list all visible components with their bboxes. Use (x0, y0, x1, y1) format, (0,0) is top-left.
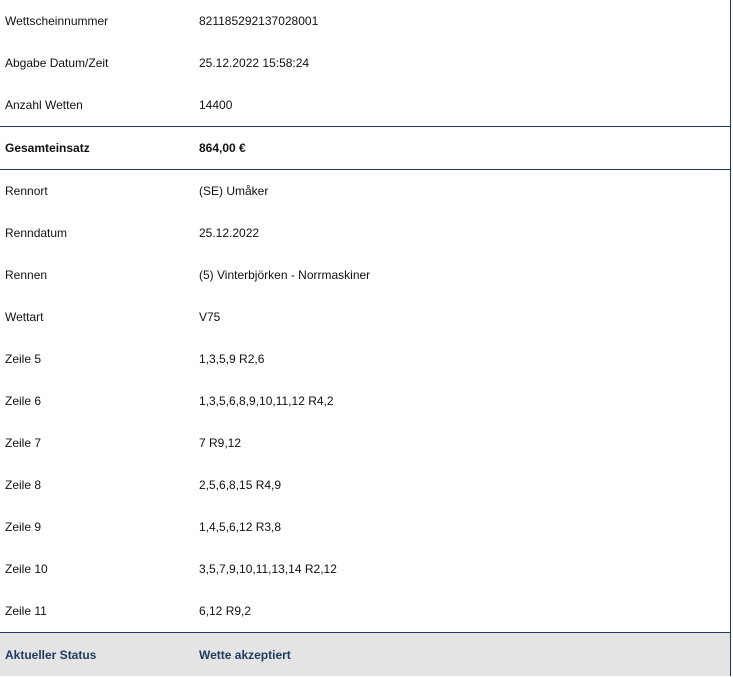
row-value: 6,12 R9,2 (199, 604, 252, 618)
row-label: Renndatum (5, 226, 68, 240)
row-value: 1,4,5,6,12 R3,8 (199, 520, 282, 534)
row-label: Wettart (5, 310, 44, 324)
row-label: Anzahl Wetten (5, 98, 83, 112)
bet-ticket-table: Wettscheinnummer 821185292137028001 Abga… (0, 0, 731, 676)
row-leg-9: Zeile 9 1,4,5,6,12 R3,8 (0, 506, 730, 548)
row-value: 25.12.2022 15:58:24 (199, 56, 310, 70)
row-label: Rennort (5, 184, 48, 198)
row-current-status: Aktueller Status Wette akzeptiert (0, 632, 730, 676)
row-leg-5: Zeile 5 1,3,5,9 R2,6 (0, 338, 730, 380)
row-race: Rennen (5) Vinterbjörken - Norrmaskiner (0, 254, 730, 296)
status-value: Wette akzeptiert (199, 647, 291, 662)
row-label: Zeile 5 (5, 352, 42, 366)
row-value: 7 R9,12 (199, 436, 242, 450)
row-race-venue: Rennort (SE) Umåker (0, 170, 730, 212)
row-label: Abgabe Datum/Zeit (5, 56, 109, 70)
row-value: (SE) Umåker (199, 184, 269, 198)
row-label: Zeile 7 (5, 436, 42, 450)
row-value: V75 (199, 310, 221, 324)
row-leg-7: Zeile 7 7 R9,12 (0, 422, 730, 464)
row-leg-10: Zeile 10 3,5,7,9,10,11,13,14 R2,12 (0, 548, 730, 590)
row-value: 1,3,5,9 R2,6 (199, 352, 265, 366)
row-total-stake: Gesamteinsatz 864,00 € (0, 126, 730, 170)
row-label: Zeile 6 (5, 394, 42, 408)
row-value: 14400 (199, 98, 233, 112)
row-value: 821185292137028001 (199, 14, 319, 28)
row-label: Zeile 11 (5, 604, 47, 618)
row-label: Zeile 10 (5, 562, 48, 576)
row-label: Zeile 8 (5, 478, 42, 492)
row-leg-8: Zeile 8 2,5,6,8,15 R4,9 (0, 464, 730, 506)
row-submission-datetime: Abgabe Datum/Zeit 25.12.2022 15:58:24 (0, 42, 730, 84)
row-leg-6: Zeile 6 1,3,5,6,8,9,10,11,12 R4,2 (0, 380, 730, 422)
row-ticket-number: Wettscheinnummer 821185292137028001 (0, 0, 730, 42)
row-label: Zeile 9 (5, 520, 42, 534)
row-race-date: Renndatum 25.12.2022 (0, 212, 730, 254)
status-label: Aktueller Status (5, 647, 97, 662)
total-value: 864,00 € (199, 141, 246, 155)
row-label: Wettscheinnummer (5, 14, 109, 28)
row-label: Rennen (5, 268, 48, 282)
row-value: 25.12.2022 (199, 226, 260, 240)
row-value: 3,5,7,9,10,11,13,14 R2,12 (199, 562, 337, 576)
row-value: (5) Vinterbjörken - Norrmaskiner (199, 268, 371, 282)
row-bet-type: Wettart V75 (0, 296, 730, 338)
row-value: 1,3,5,6,8,9,10,11,12 R4,2 (199, 394, 334, 408)
total-label: Gesamteinsatz (5, 141, 90, 155)
row-leg-11: Zeile 11 6,12 R9,2 (0, 590, 730, 632)
row-value: 2,5,6,8,15 R4,9 (199, 478, 282, 492)
row-bet-count: Anzahl Wetten 14400 (0, 84, 730, 126)
